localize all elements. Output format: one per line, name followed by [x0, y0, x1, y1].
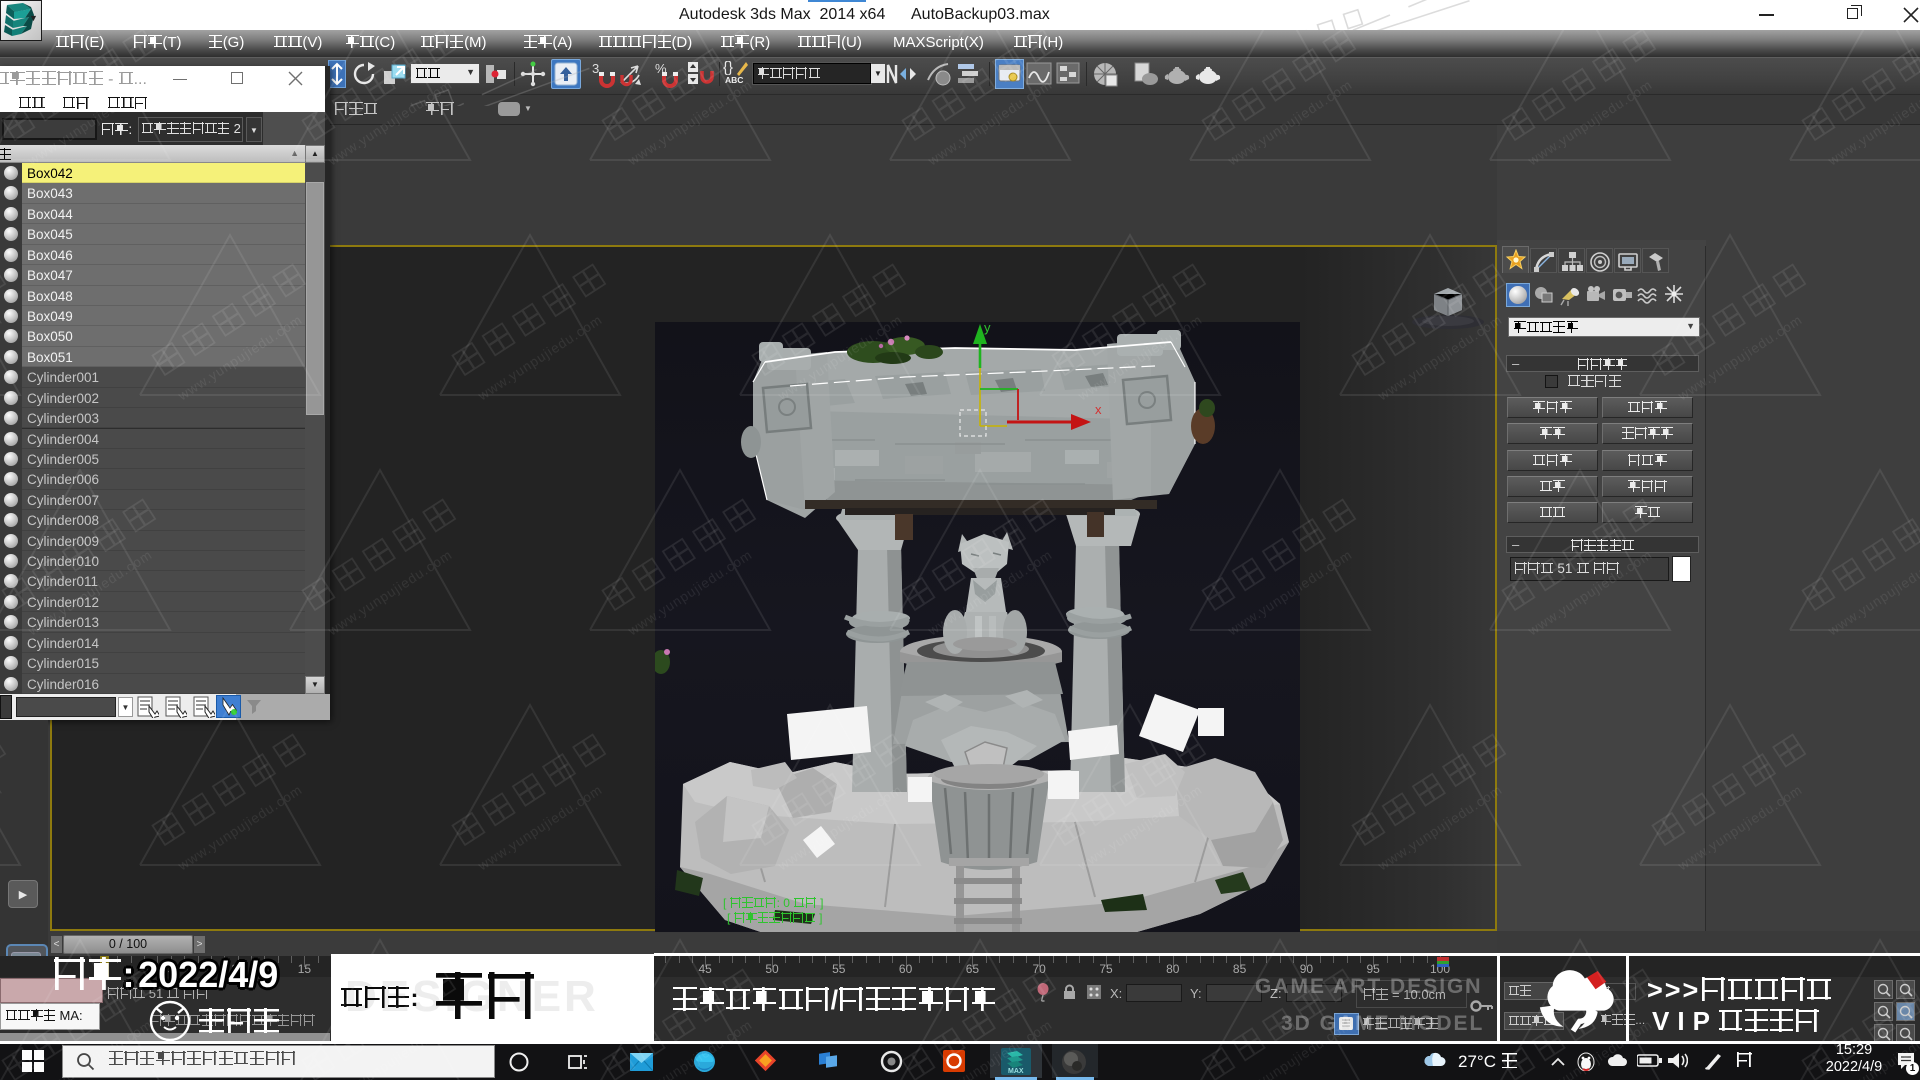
svg-text:MAX: MAX	[1008, 1068, 1024, 1075]
svg-text:x: x	[1095, 402, 1102, 417]
svg-text:y: y	[984, 322, 991, 335]
